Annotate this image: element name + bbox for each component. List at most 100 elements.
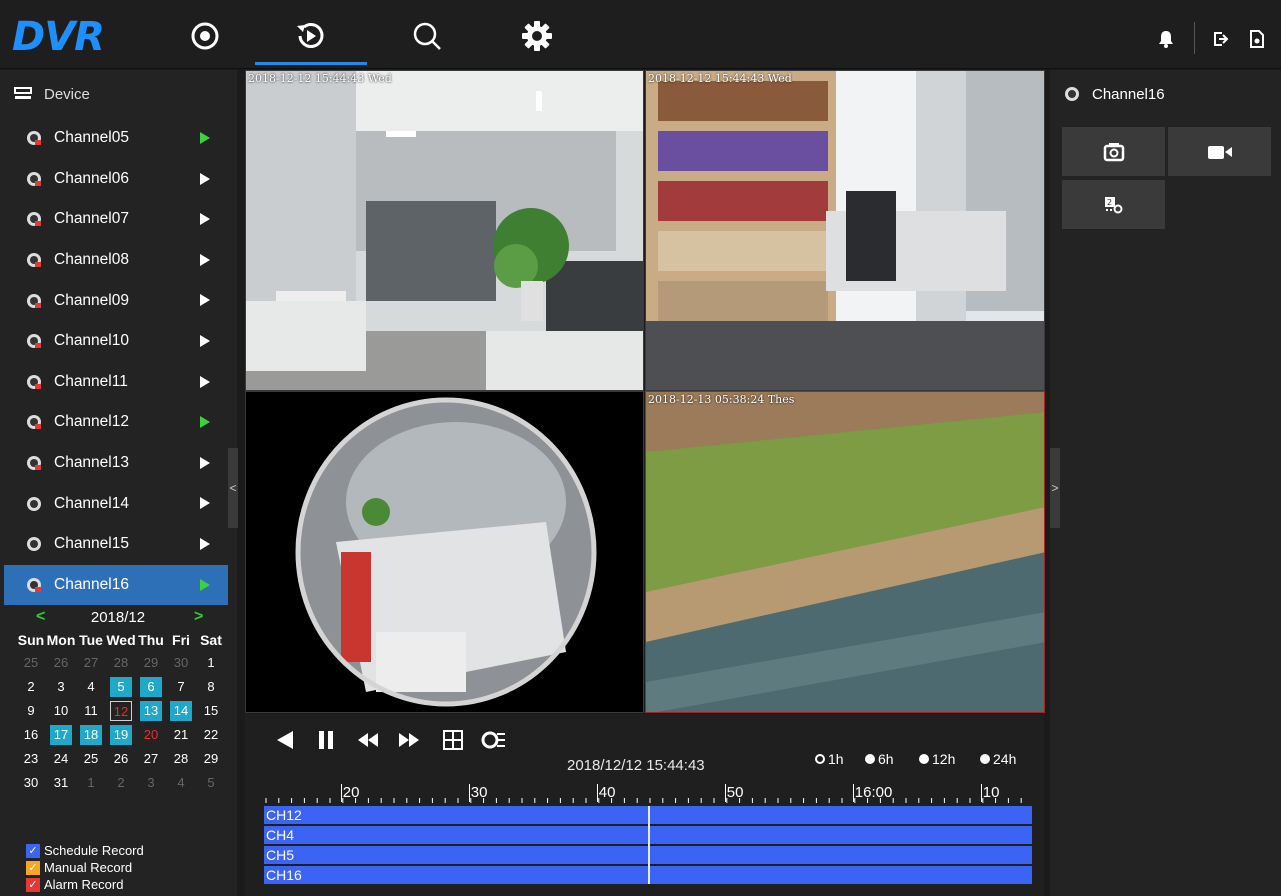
play-icon[interactable] bbox=[200, 375, 210, 388]
play-icon[interactable] bbox=[200, 172, 210, 185]
calendar-day[interactable]: 16 bbox=[20, 725, 42, 745]
radio-icon[interactable] bbox=[919, 754, 929, 764]
channel-item[interactable]: Channel13 bbox=[4, 443, 228, 484]
sync-play-button[interactable] bbox=[481, 727, 507, 753]
record-button[interactable] bbox=[1168, 127, 1271, 176]
legend-item[interactable]: ✓ Manual Record bbox=[26, 859, 144, 876]
channel-item[interactable]: Channel06 bbox=[4, 159, 228, 200]
calendar-day[interactable]: 1 bbox=[80, 773, 102, 793]
device-header[interactable]: Device bbox=[0, 70, 237, 118]
play-icon[interactable] bbox=[200, 213, 210, 226]
calendar-day[interactable]: 7 bbox=[170, 677, 192, 697]
calendar-day[interactable]: 10 bbox=[50, 701, 72, 721]
calendar-day[interactable]: 15 bbox=[200, 701, 222, 721]
play-icon[interactable] bbox=[200, 537, 210, 550]
channel-item[interactable]: Channel05 bbox=[4, 118, 228, 159]
calendar-day[interactable]: 22 bbox=[200, 725, 222, 745]
calendar-day[interactable]: 29 bbox=[140, 653, 162, 673]
playback-icon[interactable] bbox=[289, 14, 333, 58]
calendar-day[interactable]: 27 bbox=[140, 749, 162, 769]
fast-forward-button[interactable] bbox=[396, 727, 422, 753]
range-option[interactable]: 6h bbox=[865, 751, 894, 767]
calendar-day[interactable]: 11 bbox=[80, 701, 102, 721]
calendar-day[interactable]: 19 bbox=[110, 725, 132, 745]
gear-icon[interactable] bbox=[515, 14, 559, 58]
search-icon[interactable] bbox=[405, 14, 449, 58]
ptz-preset-button[interactable]: 2 bbox=[1062, 180, 1165, 229]
channel-item[interactable]: Channel09 bbox=[4, 280, 228, 321]
legend-item[interactable]: ✓ Schedule Record bbox=[26, 842, 144, 859]
radio-icon[interactable] bbox=[865, 754, 875, 764]
calendar-day[interactable]: 13 bbox=[140, 701, 162, 721]
calendar-day[interactable]: 2 bbox=[110, 773, 132, 793]
channel-item[interactable]: Channel11 bbox=[4, 362, 228, 403]
calendar-day[interactable]: 27 bbox=[80, 653, 102, 673]
radio-icon[interactable] bbox=[980, 754, 990, 764]
logout-icon[interactable] bbox=[1210, 28, 1232, 50]
play-icon[interactable] bbox=[200, 456, 210, 469]
calendar-day[interactable]: 30 bbox=[20, 773, 42, 793]
play-icon[interactable] bbox=[200, 497, 210, 510]
calendar-day[interactable]: 4 bbox=[80, 677, 102, 697]
channel-item[interactable]: Channel12 bbox=[4, 402, 228, 443]
video-tile-1[interactable]: 2018-12-12 15:44:43 Wed bbox=[245, 70, 644, 391]
calendar-day[interactable]: 5 bbox=[200, 773, 222, 793]
channel-item[interactable]: Channel10 bbox=[4, 321, 228, 362]
lock-icon[interactable] bbox=[1246, 28, 1268, 50]
channel-item[interactable]: Channel16 bbox=[4, 564, 228, 606]
video-tile-4[interactable]: 2018-12-13 05:38:24 Thes bbox=[645, 391, 1045, 713]
range-option[interactable]: 12h bbox=[919, 751, 955, 767]
checkbox-icon[interactable]: ✓ bbox=[26, 877, 40, 892]
calendar-day[interactable]: 23 bbox=[20, 749, 42, 769]
rewind-button[interactable] bbox=[355, 727, 381, 753]
calendar-day[interactable]: 1 bbox=[200, 653, 222, 673]
calendar-day[interactable]: 6 bbox=[140, 677, 162, 697]
calendar-day[interactable]: 18 bbox=[80, 725, 102, 745]
play-icon[interactable] bbox=[200, 294, 210, 307]
checkbox-icon[interactable]: ✓ bbox=[26, 860, 40, 875]
calendar-day[interactable]: 4 bbox=[170, 773, 192, 793]
bell-icon[interactable] bbox=[1155, 28, 1177, 50]
calendar-day[interactable]: 26 bbox=[50, 653, 72, 673]
play-icon[interactable] bbox=[200, 253, 210, 266]
channel-item[interactable]: Channel08 bbox=[4, 240, 228, 281]
calendar-day[interactable]: 25 bbox=[80, 749, 102, 769]
pause-button[interactable] bbox=[313, 727, 339, 753]
calendar-day[interactable]: 12 bbox=[110, 701, 132, 721]
timeline-ruler[interactable]: 20 30 40 50 16:00 10 bbox=[264, 782, 1032, 804]
legend-item[interactable]: ✓ Alarm Record bbox=[26, 876, 144, 893]
calendar-day[interactable]: 29 bbox=[200, 749, 222, 769]
calendar-day[interactable]: 3 bbox=[140, 773, 162, 793]
prev-month-button[interactable]: < bbox=[36, 608, 45, 626]
calendar-day[interactable]: 20 bbox=[140, 725, 162, 745]
collapse-left-button[interactable]: < bbox=[228, 448, 238, 528]
calendar-day[interactable]: 28 bbox=[110, 653, 132, 673]
video-tile-3[interactable] bbox=[245, 391, 644, 713]
layout-button[interactable] bbox=[440, 727, 466, 753]
calendar-day[interactable]: 31 bbox=[50, 773, 72, 793]
calendar-day[interactable]: 8 bbox=[200, 677, 222, 697]
calendar-day[interactable]: 14 bbox=[170, 701, 192, 721]
collapse-right-button[interactable]: > bbox=[1050, 448, 1060, 528]
play-icon[interactable] bbox=[200, 334, 210, 347]
calendar-day[interactable]: 26 bbox=[110, 749, 132, 769]
next-month-button[interactable]: > bbox=[194, 608, 203, 626]
range-option[interactable]: 1h bbox=[815, 751, 844, 767]
calendar-day[interactable]: 17 bbox=[50, 725, 72, 745]
live-icon[interactable] bbox=[183, 14, 227, 58]
play-icon[interactable] bbox=[200, 416, 210, 429]
calendar-day[interactable]: 2 bbox=[20, 677, 42, 697]
calendar-day[interactable]: 9 bbox=[20, 701, 42, 721]
calendar-day[interactable]: 28 bbox=[170, 749, 192, 769]
channel-item[interactable]: Channel15 bbox=[4, 524, 228, 565]
video-tile-2[interactable]: 2018-12-12 15:44:43 Wed bbox=[645, 70, 1045, 391]
calendar-day[interactable]: 21 bbox=[170, 725, 192, 745]
channel-item[interactable]: Channel14 bbox=[4, 483, 228, 524]
calendar-day[interactable]: 30 bbox=[170, 653, 192, 673]
timeline-cursor[interactable] bbox=[648, 806, 650, 884]
range-option[interactable]: 24h bbox=[980, 751, 1016, 767]
snapshot-button[interactable] bbox=[1062, 127, 1165, 176]
checkbox-icon[interactable]: ✓ bbox=[26, 843, 40, 858]
play-icon[interactable] bbox=[200, 578, 210, 591]
play-reverse-button[interactable] bbox=[272, 727, 298, 753]
